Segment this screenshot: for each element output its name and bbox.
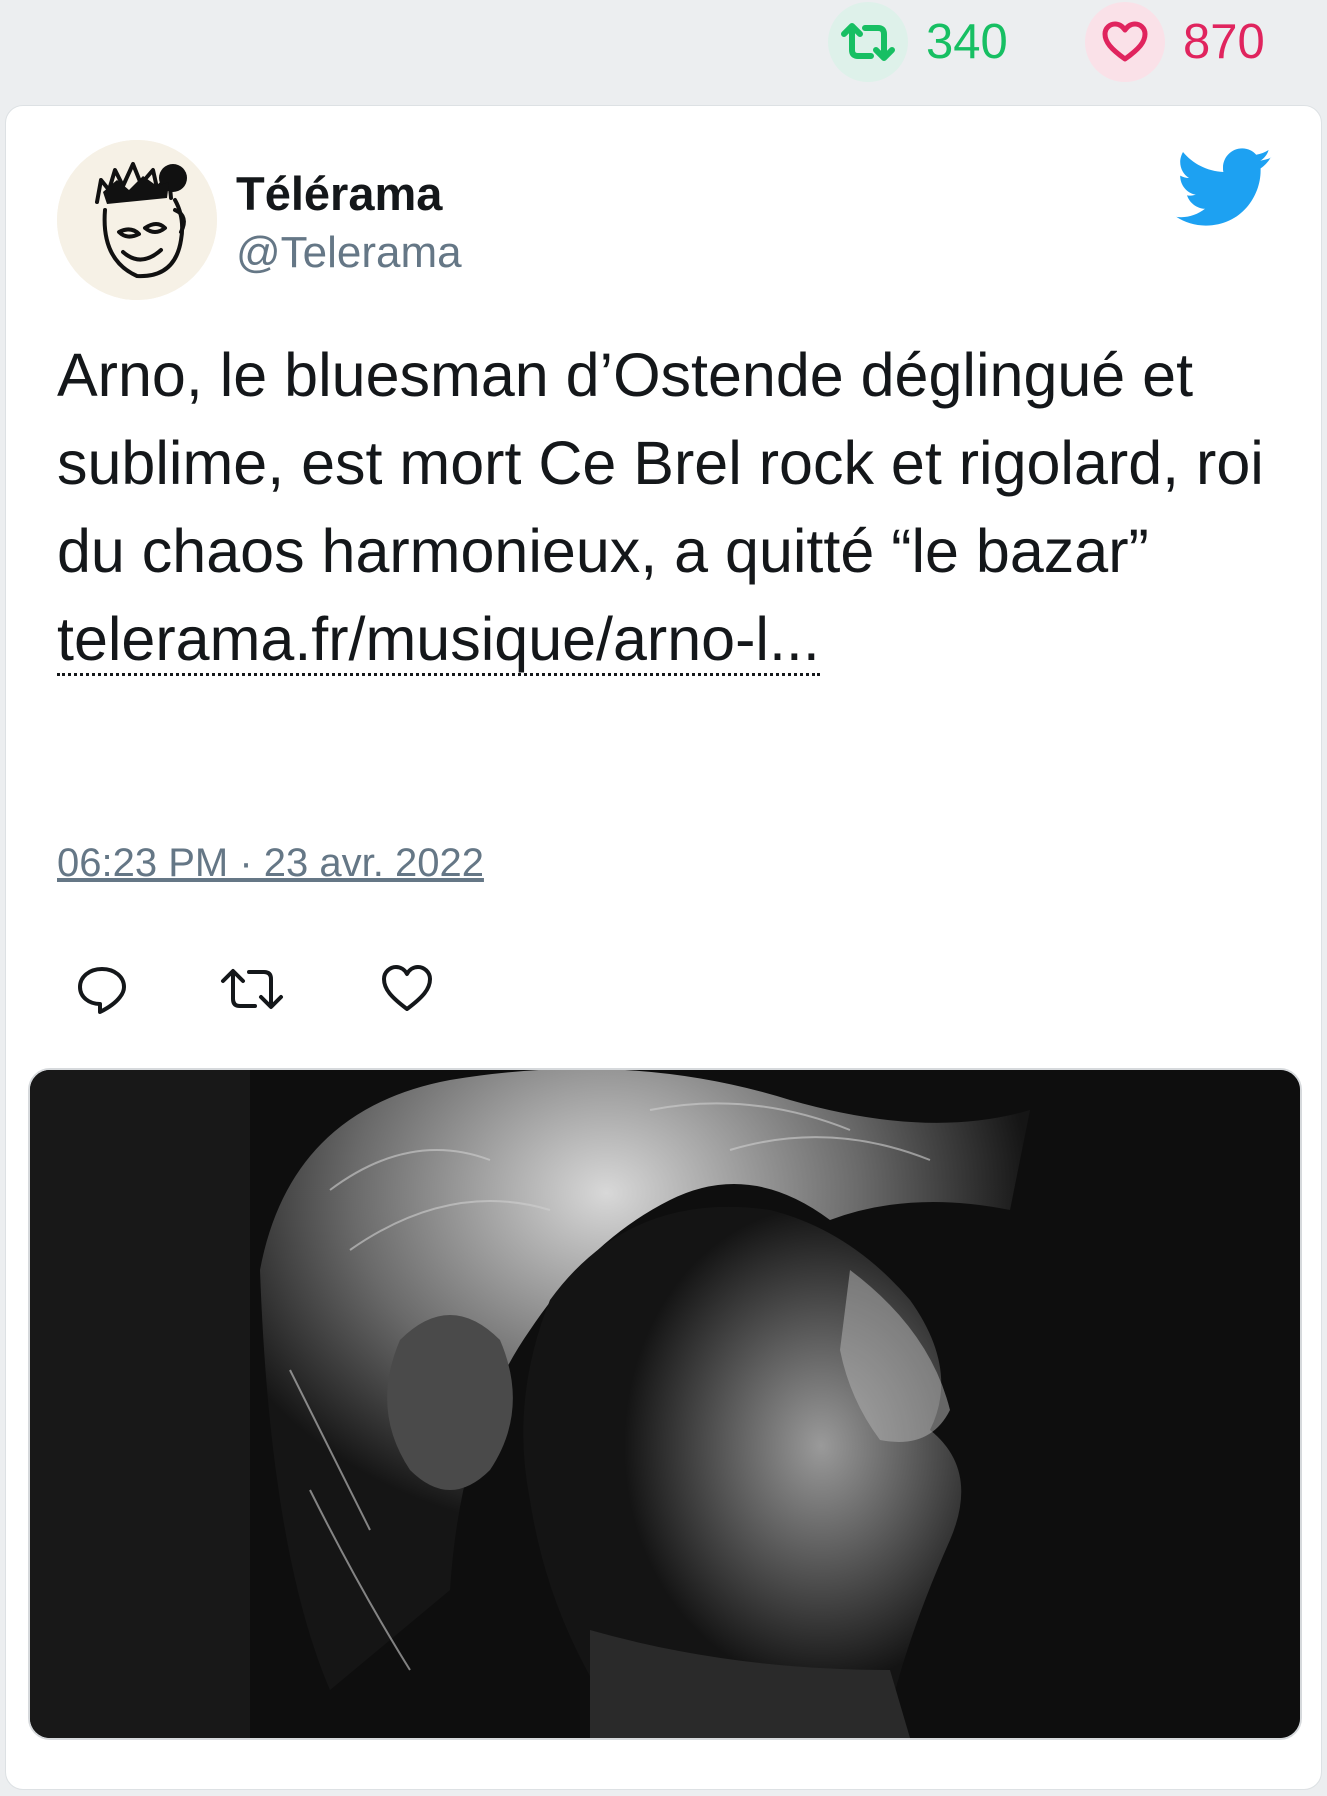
top-stats-bar: 340 870 [0,0,1327,95]
like-stat[interactable]: 870 [1085,2,1265,82]
retweet-stat[interactable]: 340 [828,2,1008,82]
heart-icon[interactable] [1085,2,1165,82]
tweet-text: Arno, le bluesman d’Ostende déglingué et… [57,331,1277,683]
tweet-card: Télérama @Telerama Arno, le bluesman d’O… [5,105,1322,1790]
retweet-icon[interactable] [828,2,908,82]
tweet-media-photo[interactable] [28,1068,1302,1740]
avatar[interactable] [57,140,217,300]
like-count: 870 [1183,15,1265,69]
reply-icon[interactable] [74,961,130,1017]
retweet-count: 340 [926,15,1008,69]
retweet-icon[interactable] [219,961,285,1017]
tweet-link[interactable]: telerama.fr/musique/arno-l... [57,605,820,676]
author-handle[interactable]: @Telerama [236,228,462,278]
tweet-body: Arno, le bluesman d’Ostende déglingué et… [57,341,1264,585]
heart-icon[interactable] [379,961,435,1017]
twitter-bird-icon[interactable] [1176,148,1274,228]
author-name[interactable]: Télérama [236,166,442,221]
tweet-timestamp[interactable]: 06:23 PM · 23 avr. 2022 [57,841,484,886]
